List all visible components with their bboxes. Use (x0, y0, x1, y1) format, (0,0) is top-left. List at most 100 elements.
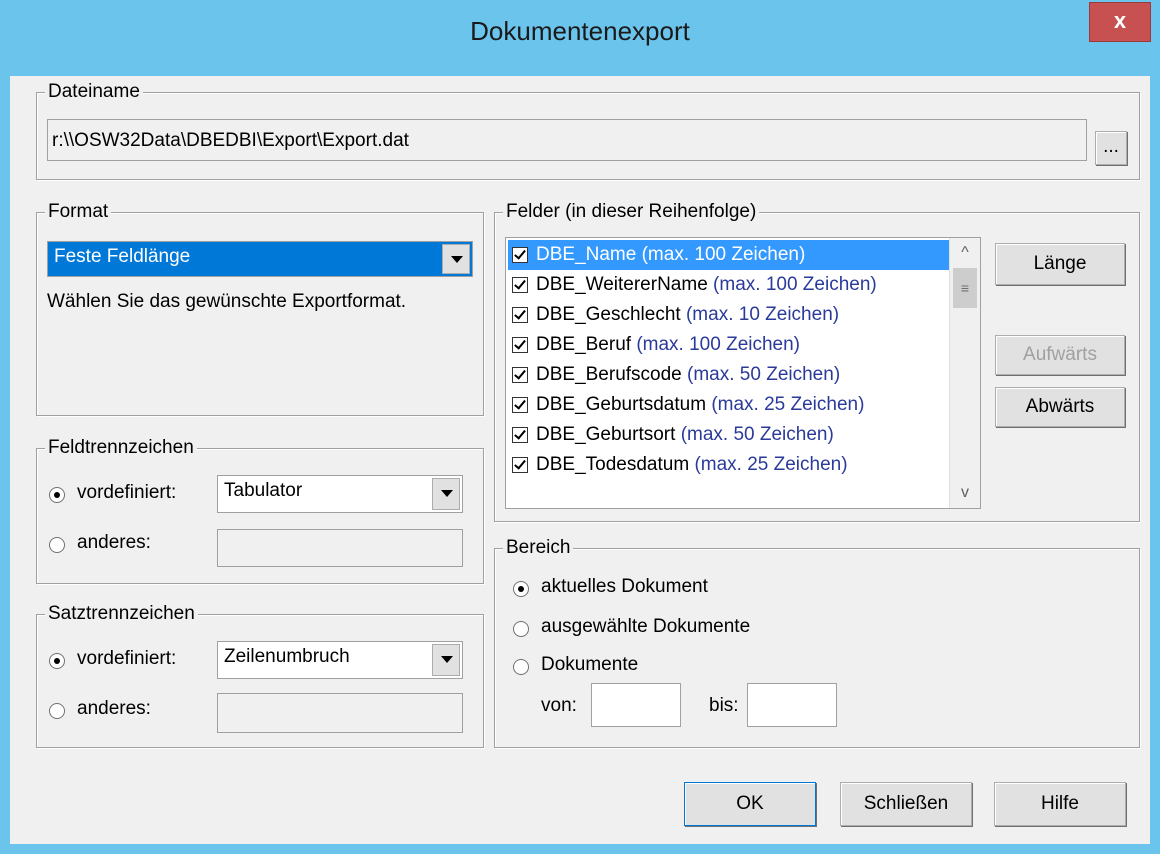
dialog-client: Dateiname r:\\OSW32Data\DBEDBI\Export\Ex… (10, 76, 1150, 844)
chevron-down-icon[interactable] (442, 244, 470, 274)
field-item-text: DBE_WeitererName (max. 100 Zeichen) (536, 274, 877, 296)
satztrenn-legend: Satztrennzeichen (45, 603, 198, 625)
format-selected: Feste Feldlänge (54, 246, 191, 267)
satztrenn-other-label: anderes: (77, 698, 151, 719)
bereich-current-radio[interactable] (513, 581, 529, 597)
field-list-item[interactable]: DBE_Todesdatum (max. 25 Zeichen) (508, 450, 950, 480)
field-item-max: (max. 100 Zeichen) (636, 334, 801, 355)
bereich-legend: Bereich (503, 537, 574, 559)
dialog-window: Dokumentenexport x Dateiname r:\\OSW32Da… (0, 0, 1160, 854)
field-item-max: (max. 50 Zeichen) (680, 424, 834, 445)
close-button[interactable]: x (1089, 2, 1151, 42)
field-checkbox[interactable] (512, 397, 528, 413)
title-bar: Dokumentenexport x (0, 0, 1160, 76)
feldtrenn-other-radio[interactable] (49, 537, 65, 553)
bereich-selected-label: ausgewählte Dokumente (541, 616, 751, 637)
field-checkbox[interactable] (512, 307, 528, 323)
format-legend: Format (45, 201, 112, 223)
felder-legend: Felder (in dieser Reihenfolge) (503, 201, 760, 223)
field-checkbox[interactable] (512, 277, 528, 293)
browse-button[interactable]: ... (1095, 131, 1127, 165)
chevron-down-icon[interactable] (432, 644, 460, 676)
satztrenn-selected: Zeilenumbruch (224, 646, 350, 667)
field-item-text: DBE_Geschlecht (max. 10 Zeichen) (536, 304, 839, 326)
field-item-max: (max. 25 Zeichen) (694, 454, 848, 475)
close-dialog-label: Schließen (863, 793, 949, 814)
format-select[interactable]: Feste Feldlänge (47, 241, 473, 277)
felder-group: Felder (in dieser Reihenfolge) DBE_Name … (494, 201, 1140, 522)
field-item-text: DBE_Name (max. 100 Zeichen) (536, 244, 805, 266)
feldtrenn-group: Feldtrennzeichen vordefiniert: Tabulator… (36, 437, 484, 584)
bereich-current-label: aktuelles Dokument (541, 576, 708, 597)
field-item-max: (max. 100 Zeichen) (641, 244, 806, 265)
bereich-range-radio[interactable] (513, 659, 529, 675)
satztrenn-select[interactable]: Zeilenumbruch (217, 641, 463, 679)
field-list-item[interactable]: DBE_Berufscode (max. 50 Zeichen) (508, 360, 950, 390)
field-item-name: DBE_Berufscode (536, 364, 682, 385)
von-input[interactable] (591, 683, 681, 727)
field-list-item[interactable]: DBE_Geburtsort (max. 50 Zeichen) (508, 420, 950, 450)
help-button[interactable]: Hilfe (994, 782, 1126, 826)
field-item-name: DBE_Name (536, 244, 637, 265)
ok-button[interactable]: OK (684, 782, 816, 826)
filename-value: r:\\OSW32Data\DBEDBI\Export\Export.dat (52, 130, 409, 151)
laenge-label: Länge (1033, 253, 1087, 274)
field-list-item[interactable]: DBE_Geschlecht (max. 10 Zeichen) (508, 300, 950, 330)
field-checkbox[interactable] (512, 337, 528, 353)
field-item-text: DBE_Geburtsort (max. 50 Zeichen) (536, 424, 834, 446)
chevron-down-icon[interactable] (432, 478, 460, 510)
satztrenn-predefined-radio[interactable] (49, 653, 65, 669)
field-item-text: DBE_Berufscode (max. 50 Zeichen) (536, 364, 840, 386)
field-checkbox[interactable] (512, 247, 528, 263)
feldtrenn-selected: Tabulator (224, 480, 303, 501)
feldtrenn-predefined-radio[interactable] (49, 487, 65, 503)
scroll-up-icon[interactable]: ^ (950, 238, 980, 268)
field-item-max: (max. 100 Zeichen) (713, 274, 877, 295)
help-label: Hilfe (1040, 793, 1079, 814)
field-item-text: DBE_Beruf (max. 100 Zeichen) (536, 334, 800, 356)
satztrenn-group: Satztrennzeichen vordefiniert: Zeilenumb… (36, 603, 484, 748)
field-list-item[interactable]: DBE_Beruf (max. 100 Zeichen) (508, 330, 950, 360)
fields-listbox[interactable]: DBE_Name (max. 100 Zeichen) DBE_WeitererN… (505, 237, 981, 509)
field-checkbox[interactable] (512, 457, 528, 473)
field-item-name: DBE_Geschlecht (536, 304, 681, 325)
filename-field[interactable]: r:\\OSW32Data\DBEDBI\Export\Export.dat (47, 119, 1087, 161)
dateiname-group: Dateiname r:\\OSW32Data\DBEDBI\Export\Ex… (36, 81, 1140, 180)
bereich-group: Bereich aktuelles Dokument ausgewählte D… (494, 537, 1140, 748)
browse-label: ... (1103, 136, 1119, 157)
ok-label: OK (736, 793, 764, 814)
satztrenn-other-radio[interactable] (49, 703, 65, 719)
field-item-max: (max. 50 Zeichen) (687, 364, 841, 385)
field-list-item[interactable]: DBE_Geburtsdatum (max. 25 Zeichen) (508, 390, 950, 420)
feldtrenn-predefined-label: vordefiniert: (77, 482, 177, 503)
bis-input[interactable] (747, 683, 837, 727)
laenge-button[interactable]: Länge (995, 243, 1125, 285)
abwaerts-label: Abwärts (1025, 396, 1095, 417)
field-checkbox[interactable] (512, 427, 528, 443)
format-hint: Wählen Sie das gewünschte Exportformat. (47, 291, 407, 312)
abwaerts-button[interactable]: Abwärts (995, 387, 1125, 427)
feldtrenn-legend: Feldtrennzeichen (45, 437, 197, 459)
satztrenn-other-input[interactable] (217, 693, 463, 733)
aufwaerts-button[interactable]: Aufwärts (995, 335, 1125, 375)
close-dialog-button[interactable]: Schließen (840, 782, 972, 826)
list-scrollbar[interactable]: ^ ≡ v (949, 238, 980, 508)
satztrenn-predefined-label: vordefiniert: (77, 648, 177, 669)
field-checkbox[interactable] (512, 367, 528, 383)
aufwaerts-label: Aufwärts (1023, 344, 1097, 365)
dateiname-legend: Dateiname (45, 81, 143, 103)
scroll-down-icon[interactable]: v (950, 478, 980, 508)
field-list-item[interactable]: DBE_Name (max. 100 Zeichen) (508, 240, 950, 270)
field-list-item[interactable]: DBE_WeitererName (max. 100 Zeichen) (508, 270, 950, 300)
field-item-max: (max. 25 Zeichen) (711, 394, 865, 415)
field-item-name: DBE_WeitererName (536, 274, 708, 295)
field-item-text: DBE_Geburtsdatum (max. 25 Zeichen) (536, 394, 864, 416)
bereich-selected-radio[interactable] (513, 621, 529, 637)
feldtrenn-select[interactable]: Tabulator (217, 475, 463, 513)
format-group: Format Feste Feldlänge Wählen Sie das ge… (36, 201, 484, 416)
bis-label: bis: (709, 695, 739, 716)
feldtrenn-other-input[interactable] (217, 529, 463, 567)
field-item-max: (max. 10 Zeichen) (685, 304, 840, 325)
field-item-name: DBE_Geburtsdatum (536, 394, 707, 415)
scroll-thumb[interactable]: ≡ (953, 268, 977, 308)
